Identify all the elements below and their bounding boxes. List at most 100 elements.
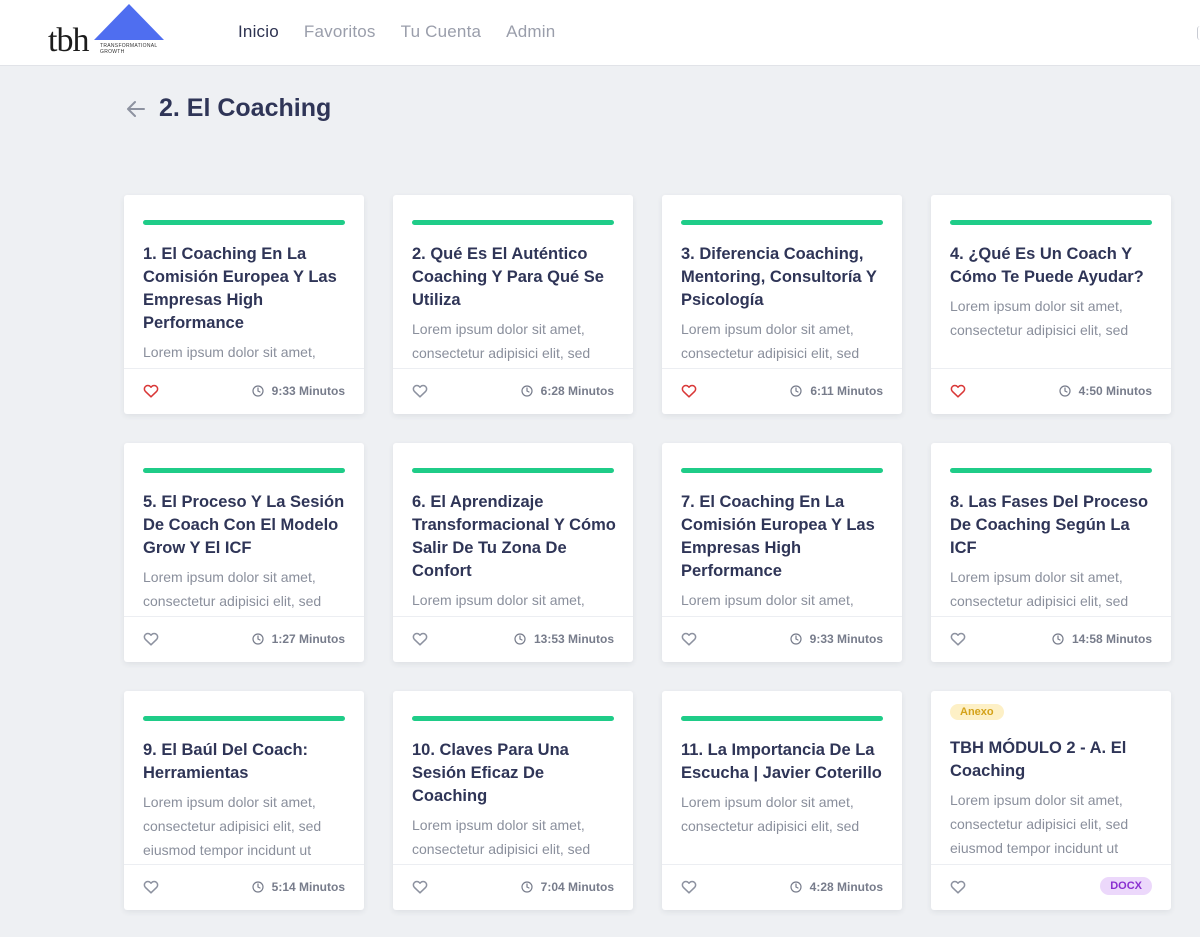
file-type-badge[interactable]: DOCX xyxy=(1100,877,1152,895)
card-content: 7. El Coaching En La Comisión Europea Y … xyxy=(681,491,885,616)
lesson-card[interactable]: 2. Qué Es El Auténtico Coaching Y Para Q… xyxy=(393,195,633,414)
clock-icon xyxy=(521,881,533,893)
card-title: 8. Las Fases Del Proceso De Coaching Seg… xyxy=(950,493,1149,557)
clock-icon xyxy=(790,633,802,645)
progress-bar xyxy=(681,220,883,225)
tbh-logo[interactable]: tbh TRANSFORMATIONAL GROWTH xyxy=(48,2,164,62)
lesson-card[interactable]: 11. La Importancia De La Escucha | Javie… xyxy=(662,691,902,910)
heart-icon[interactable] xyxy=(950,383,966,398)
card-content: 9. El Baúl Del Coach: Herramientas Lorem… xyxy=(143,739,347,864)
heart-icon[interactable] xyxy=(950,631,966,646)
card-content: 5. El Proceso Y La Sesión De Coach Con E… xyxy=(143,491,347,616)
lesson-card[interactable]: 8. Las Fases Del Proceso De Coaching Seg… xyxy=(931,443,1171,662)
lesson-card[interactable]: 7. El Coaching En La Comisión Europea Y … xyxy=(662,443,902,662)
lesson-card[interactable]: 5. El Proceso Y La Sesión De Coach Con E… xyxy=(124,443,364,662)
page-header: 2. El Coaching xyxy=(125,94,331,123)
card-description: Lorem ipsum dolor sit amet, consectetur … xyxy=(950,792,1129,856)
lesson-card[interactable]: 9. El Baúl Del Coach: Herramientas Lorem… xyxy=(124,691,364,910)
nav-tu-cuenta[interactable]: Tu Cuenta xyxy=(401,22,482,42)
heart-icon[interactable] xyxy=(412,879,428,894)
card-footer: 6:11 Minutos xyxy=(662,368,902,414)
card-description: Lorem ipsum dolor sit amet, consectetur … xyxy=(412,321,591,361)
lesson-card[interactable]: 3. Diferencia Coaching, Mentoring, Consu… xyxy=(662,195,902,414)
progress-bar xyxy=(143,468,345,473)
duration: 6:28 Minutos xyxy=(521,384,614,398)
card-footer: 14:58 Minutos xyxy=(931,616,1171,662)
progress-bar xyxy=(412,716,614,721)
clock-icon xyxy=(252,881,264,893)
nav-favoritos[interactable]: Favoritos xyxy=(304,22,376,42)
clock-icon xyxy=(1052,633,1064,645)
logo-triangle-icon xyxy=(94,4,164,40)
card-footer: 9:33 Minutos xyxy=(124,368,364,414)
heart-icon[interactable] xyxy=(681,631,697,646)
card-description: Lorem ipsum dolor sit amet, xyxy=(681,592,854,608)
duration-text: 14:58 Minutos xyxy=(1071,632,1152,646)
heart-icon[interactable] xyxy=(143,879,159,894)
main-nav: Inicio Favoritos Tu Cuenta Admin xyxy=(238,22,555,42)
clock-icon xyxy=(1059,385,1071,397)
clock-icon xyxy=(521,385,533,397)
card-content: 6. El Aprendizaje Transformacional Y Cóm… xyxy=(412,491,616,616)
progress-bar xyxy=(412,220,614,225)
heart-icon[interactable] xyxy=(412,383,428,398)
progress-bar xyxy=(681,716,883,721)
page-title: 2. El Coaching xyxy=(159,94,332,122)
card-description: Lorem ipsum dolor sit amet, xyxy=(143,344,316,360)
duration-text: 13:53 Minutos xyxy=(533,632,614,646)
lesson-card[interactable]: 10. Claves Para Una Sesión Eficaz De Coa… xyxy=(393,691,633,910)
card-content: 2. Qué Es El Auténtico Coaching Y Para Q… xyxy=(412,243,616,368)
progress-bar xyxy=(950,220,1152,225)
card-description: Lorem ipsum dolor sit amet, consectetur … xyxy=(143,569,322,609)
card-footer: 5:14 Minutos xyxy=(124,864,364,910)
lesson-card[interactable]: 1. El Coaching En La Comisión Europea Y … xyxy=(124,195,364,414)
progress-bar xyxy=(681,468,883,473)
duration-text: 7:04 Minutos xyxy=(540,880,614,894)
heart-icon[interactable] xyxy=(412,631,428,646)
duration-text: 6:28 Minutos xyxy=(540,384,614,398)
duration-text: 5:14 Minutos xyxy=(271,880,345,894)
progress-bar xyxy=(412,468,614,473)
back-arrow-icon[interactable] xyxy=(125,98,147,120)
card-title: 4. ¿Qué Es Un Coach Y Cómo Te Puede Ayud… xyxy=(950,245,1144,286)
clock-icon xyxy=(790,385,802,397)
clock-icon xyxy=(514,633,526,645)
card-footer: 7:04 Minutos xyxy=(393,864,633,910)
duration-text: 6:11 Minutos xyxy=(810,384,883,398)
clock-icon xyxy=(252,385,264,397)
duration: 7:04 Minutos xyxy=(521,880,614,894)
card-footer: 9:33 Minutos xyxy=(662,616,902,662)
progress-bar xyxy=(143,220,345,225)
card-title: 10. Claves Para Una Sesión Eficaz De Coa… xyxy=(412,741,569,805)
heart-icon[interactable] xyxy=(143,383,159,398)
heart-icon[interactable] xyxy=(681,383,697,398)
card-content: 11. La Importancia De La Escucha | Javie… xyxy=(681,739,885,864)
card-content: 4. ¿Qué Es Un Coach Y Cómo Te Puede Ayud… xyxy=(950,243,1154,368)
nav-admin[interactable]: Admin xyxy=(506,22,555,42)
duration-text: 9:33 Minutos xyxy=(809,632,883,646)
nav-inicio[interactable]: Inicio xyxy=(238,22,279,42)
heart-icon[interactable] xyxy=(950,879,966,894)
card-footer: 4:50 Minutos xyxy=(931,368,1171,414)
card-title: TBH MÓDULO 2 - A. El Coaching xyxy=(950,739,1127,780)
lesson-card[interactable]: 4. ¿Qué Es Un Coach Y Cómo Te Puede Ayud… xyxy=(931,195,1171,414)
heart-icon[interactable] xyxy=(143,631,159,646)
lesson-card[interactable]: Anexo TBH MÓDULO 2 - A. El Coaching Lore… xyxy=(931,691,1171,910)
heart-icon[interactable] xyxy=(681,879,697,894)
progress-bar xyxy=(143,716,345,721)
lesson-card[interactable]: 6. El Aprendizaje Transformacional Y Cóm… xyxy=(393,443,633,662)
card-footer: 6:28 Minutos xyxy=(393,368,633,414)
duration: 9:33 Minutos xyxy=(252,384,345,398)
card-footer: 1:27 Minutos xyxy=(124,616,364,662)
card-content: 8. Las Fases Del Proceso De Coaching Seg… xyxy=(950,491,1154,616)
card-content: TBH MÓDULO 2 - A. El Coaching Lorem ipsu… xyxy=(950,737,1154,862)
duration: 9:33 Minutos xyxy=(790,632,883,646)
card-title: 1. El Coaching En La Comisión Europea Y … xyxy=(143,245,337,332)
duration: 4:28 Minutos xyxy=(790,880,883,894)
card-title: 5. El Proceso Y La Sesión De Coach Con E… xyxy=(143,493,345,557)
logo-text: tbh xyxy=(48,22,89,59)
card-footer: DOCX xyxy=(931,864,1171,910)
card-footer: 4:28 Minutos xyxy=(662,864,902,910)
card-description: Lorem ipsum dolor sit amet, consectetur … xyxy=(950,569,1129,609)
card-title: 11. La Importancia De La Escucha | Javie… xyxy=(681,741,882,782)
